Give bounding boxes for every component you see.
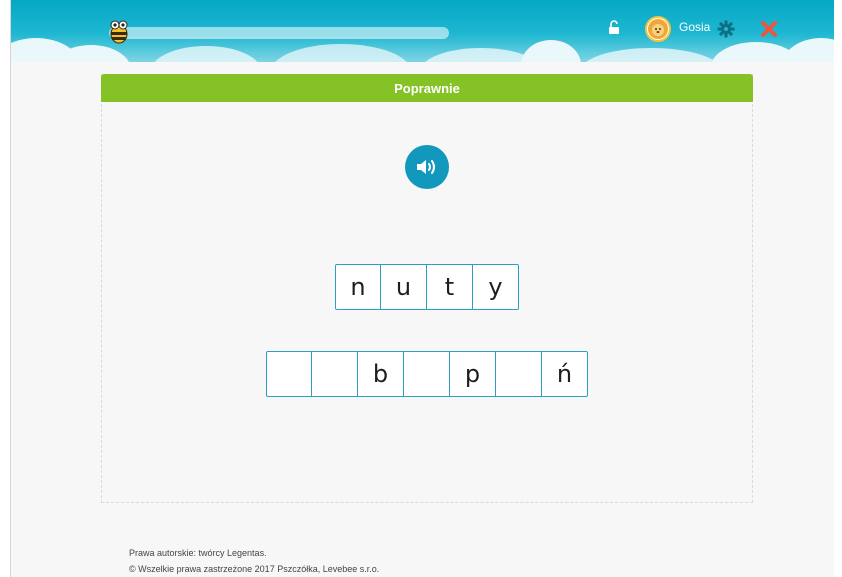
copyright-authors: Prawa autorskie: twórcy Legentas. bbox=[129, 548, 267, 558]
top-bar: Gosia bbox=[11, 0, 834, 62]
progress-bar bbox=[109, 27, 449, 39]
copyright-notice: © Wszelkie prawa zastrzeżone 2017 Pszczó… bbox=[129, 564, 380, 574]
gear-icon[interactable] bbox=[717, 20, 735, 38]
answer-slot[interactable] bbox=[266, 351, 312, 397]
letter-tile[interactable]: u bbox=[381, 264, 427, 310]
answer-slot[interactable] bbox=[404, 351, 450, 397]
answer-slot[interactable]: ń bbox=[542, 351, 588, 397]
letter-tile[interactable]: y bbox=[473, 264, 519, 310]
letter-tile[interactable]: t bbox=[427, 264, 473, 310]
answer-slot[interactable] bbox=[496, 351, 542, 397]
answer-slot[interactable]: b bbox=[358, 351, 404, 397]
right-frame bbox=[834, 0, 842, 577]
left-frame bbox=[0, 0, 11, 577]
bee-icon bbox=[106, 17, 132, 45]
unlock-icon[interactable] bbox=[607, 20, 621, 36]
letter-tile[interactable]: n bbox=[335, 264, 381, 310]
close-icon[interactable] bbox=[760, 20, 778, 38]
answer-slot[interactable]: p bbox=[450, 351, 496, 397]
word-tiles: n u t y bbox=[335, 264, 519, 310]
lion-avatar-icon[interactable] bbox=[645, 16, 671, 42]
username[interactable]: Gosia bbox=[679, 20, 710, 34]
speaker-icon bbox=[417, 160, 435, 174]
play-sound-button[interactable] bbox=[405, 145, 449, 189]
answer-slot[interactable] bbox=[312, 351, 358, 397]
status-banner: Poprawnie bbox=[101, 74, 753, 102]
footer: Prawa autorskie: twórcy Legentas. © Wsze… bbox=[129, 545, 379, 577]
answer-tiles: b p ń bbox=[266, 351, 588, 397]
